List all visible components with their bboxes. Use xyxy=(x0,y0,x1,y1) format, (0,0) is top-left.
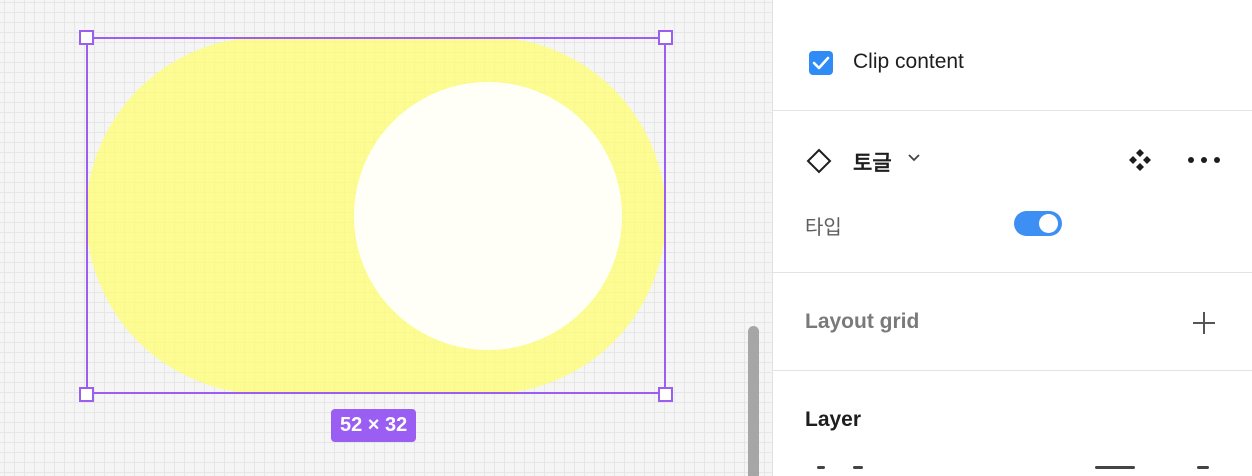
layer-row-cutoff xyxy=(805,466,1225,476)
cutoff-frame-row xyxy=(805,0,1225,10)
property-label-type: 타입 xyxy=(805,217,842,239)
resize-handle-bottom-right[interactable] xyxy=(658,387,673,402)
component-diamond-icon xyxy=(806,148,832,174)
properties-panel: Clip content 토글 타입 Layout grid Layer xyxy=(772,0,1252,476)
checkmark-icon xyxy=(812,56,830,70)
clip-content-checkbox[interactable] xyxy=(809,51,833,75)
instance-variants-icon[interactable] xyxy=(1128,148,1152,172)
layout-grid-title: Layout grid xyxy=(805,310,920,333)
resize-handle-top-left[interactable] xyxy=(79,30,94,45)
toggle-knob xyxy=(1039,214,1058,233)
clip-content-label[interactable]: Clip content xyxy=(853,50,964,74)
selection-size-badge: 52 × 32 xyxy=(331,409,417,442)
component-name[interactable]: 토글 xyxy=(853,147,892,177)
section-divider xyxy=(773,370,1252,371)
resize-handle-top-right[interactable] xyxy=(658,30,673,45)
canvas-vertical-scrollbar[interactable] xyxy=(748,326,759,476)
blend-mode-fragment xyxy=(853,466,863,469)
blend-mode-icon xyxy=(817,466,825,469)
chevron-down-icon[interactable] xyxy=(907,153,921,163)
section-divider xyxy=(773,110,1252,111)
more-options-icon[interactable] xyxy=(1187,155,1221,165)
design-canvas[interactable]: 52 × 32 xyxy=(0,0,772,476)
opacity-fragment xyxy=(1095,466,1135,469)
selection-frame xyxy=(86,37,666,394)
visibility-icon xyxy=(1197,466,1209,469)
section-divider xyxy=(773,272,1252,273)
resize-handle-bottom-left[interactable] xyxy=(79,387,94,402)
property-toggle-type[interactable] xyxy=(1014,211,1062,236)
add-layout-grid-icon[interactable] xyxy=(1192,311,1216,335)
layer-title: Layer xyxy=(805,408,862,431)
